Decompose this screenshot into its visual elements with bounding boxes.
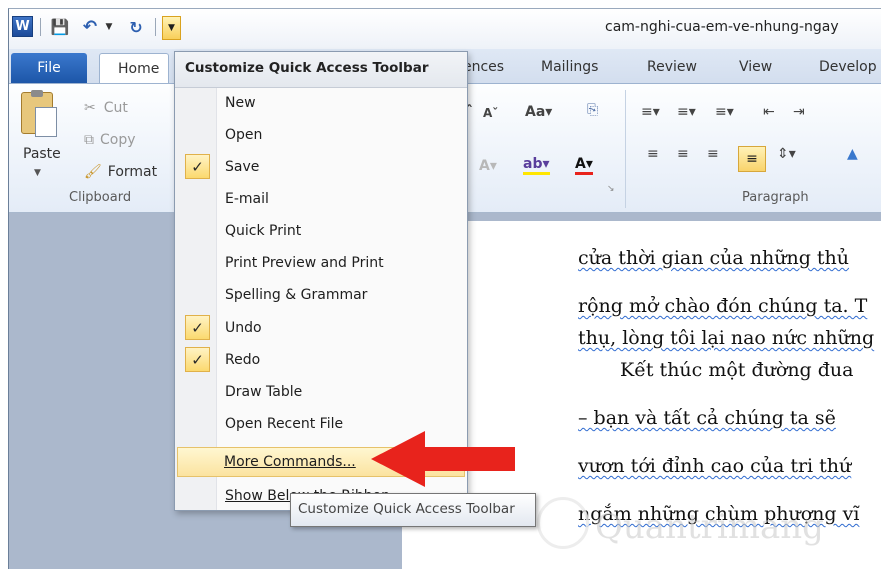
multilevel-list-icon[interactable]: ≡▾ bbox=[715, 104, 734, 120]
menu-item-label: Open Recent File bbox=[225, 416, 344, 432]
tab-view[interactable]: View bbox=[739, 59, 772, 75]
menu-item-label: Quick Print bbox=[225, 223, 302, 239]
clear-formatting-icon[interactable]: ⎘ bbox=[587, 102, 598, 118]
word-window: W 💾 ↶ ▼ ↻ ▼ cam-nghi-cua-em-ve-nhung-nga… bbox=[8, 8, 881, 569]
line-text: cửa thời gian của những thủ bbox=[578, 247, 850, 269]
menu-item-label: Open bbox=[225, 127, 263, 143]
paste-button[interactable]: Paste bbox=[23, 146, 61, 162]
menu-item-label: Spelling & Grammar bbox=[225, 287, 368, 303]
line-text: – bạn và tất cả chúng ta sẽ bbox=[578, 407, 836, 429]
clipboard-group-label: Clipboard bbox=[69, 190, 132, 205]
cut-button[interactable]: ✂ Cut bbox=[84, 100, 128, 116]
line-spacing-icon[interactable]: ⇕▾ bbox=[777, 146, 796, 162]
tab-mailings[interactable]: Mailings bbox=[541, 59, 598, 75]
line-text: vươn tới đỉnh cao của tri thứ bbox=[578, 455, 852, 477]
customize-qat-button[interactable]: ▼ bbox=[162, 16, 181, 40]
text-effects-icon[interactable]: A▾ bbox=[479, 158, 497, 174]
menu-item-new[interactable]: New bbox=[177, 88, 465, 118]
menu-item-undo[interactable]: ✓ Undo bbox=[177, 313, 465, 343]
tab-references[interactable]: ences bbox=[463, 59, 504, 75]
document-line: rộng mở chào đón chúng ta. T bbox=[578, 295, 867, 317]
menu-item-label: Print Preview and Print bbox=[225, 255, 384, 271]
align-right-icon[interactable]: ≡ bbox=[707, 146, 719, 162]
copy-icon: ⧉ bbox=[84, 132, 94, 148]
font-color-icon[interactable]: A▾ bbox=[575, 156, 593, 175]
increase-indent-icon[interactable]: ⇥ bbox=[793, 104, 805, 120]
document-line: thụ, lòng tôi lại nao nức những bbox=[578, 327, 874, 349]
tab-file[interactable]: File bbox=[11, 53, 87, 83]
bullets-icon[interactable]: ≡▾ bbox=[641, 104, 660, 120]
menu-item-open[interactable]: Open bbox=[177, 120, 465, 150]
line-text: thụ, lòng tôi lại nao nức những bbox=[578, 327, 875, 349]
menu-item-save[interactable]: ✓ Save bbox=[177, 152, 465, 182]
menu-item-draw-table[interactable]: Draw Table bbox=[177, 377, 465, 407]
watermark-text: Quantrimang bbox=[595, 507, 824, 547]
undo-icon[interactable]: ↶ bbox=[79, 16, 101, 38]
dialog-launcher-icon[interactable]: ↘ bbox=[607, 184, 615, 194]
menu-item-label: Redo bbox=[225, 352, 261, 368]
red-arrow-icon bbox=[371, 431, 515, 487]
toolbar-separator bbox=[40, 18, 41, 36]
menu-item-label: New bbox=[225, 95, 256, 111]
menu-item-redo[interactable]: ✓ Redo bbox=[177, 345, 465, 375]
line-text: rộng mở chào đón chúng ta. T bbox=[578, 295, 868, 317]
highlight-color-icon[interactable]: ab▾ bbox=[523, 156, 550, 175]
word-app-icon[interactable]: W bbox=[12, 16, 33, 37]
menu-item-print-preview[interactable]: Print Preview and Print bbox=[177, 248, 465, 278]
numbering-icon[interactable]: ≡▾ bbox=[677, 104, 696, 120]
document-line: – bạn và tất cả chúng ta sẽ bbox=[578, 407, 836, 429]
format-painter-button[interactable]: 🖌 Format bbox=[84, 164, 157, 180]
justify-icon[interactable]: ≡ bbox=[738, 146, 766, 172]
decrease-indent-icon[interactable]: ⇤ bbox=[763, 104, 775, 120]
toolbar-separator bbox=[155, 18, 156, 36]
checkmark-icon: ✓ bbox=[185, 315, 210, 340]
align-center-icon[interactable]: ≡ bbox=[677, 146, 689, 162]
document-line: vươn tới đỉnh cao của tri thứ bbox=[578, 455, 851, 477]
copy-label: Copy bbox=[100, 132, 136, 148]
change-case-icon[interactable]: Aa▾ bbox=[525, 104, 552, 120]
menu-item-spelling[interactable]: Spelling & Grammar bbox=[177, 280, 465, 310]
paste-icon[interactable] bbox=[21, 90, 57, 137]
shrink-font-icon[interactable]: Aˇ bbox=[483, 106, 498, 120]
redo-icon[interactable]: ↻ bbox=[125, 16, 147, 38]
cut-label: Cut bbox=[103, 100, 128, 116]
tab-developer[interactable]: Develop bbox=[819, 59, 877, 75]
copy-button[interactable]: ⧉ Copy bbox=[84, 132, 136, 148]
tooltip: Customize Quick Access Toolbar bbox=[290, 493, 536, 527]
tab-home[interactable]: Home bbox=[99, 53, 169, 84]
menu-header: Customize Quick Access Toolbar bbox=[175, 52, 467, 88]
menu-item-email[interactable]: E-mail bbox=[177, 184, 465, 214]
align-left-icon[interactable]: ≡ bbox=[647, 146, 659, 162]
menu-item-label: E-mail bbox=[225, 191, 269, 207]
chevron-down-icon[interactable]: ▼ bbox=[103, 16, 115, 38]
menu-item-label: Undo bbox=[225, 320, 262, 336]
menu-item-label: More Commands... bbox=[224, 454, 356, 470]
watermark-logo bbox=[537, 497, 589, 549]
menu-item-label: Draw Table bbox=[225, 384, 303, 400]
paintbrush-icon: 🖌 bbox=[84, 164, 102, 180]
chevron-down-icon[interactable]: ▼ bbox=[34, 168, 41, 178]
checkmark-icon: ✓ bbox=[185, 154, 210, 179]
group-separator bbox=[625, 90, 626, 208]
document-line: cửa thời gian của những thủ bbox=[578, 247, 849, 269]
document-line: Kết thúc một đường đua bbox=[620, 359, 853, 381]
scissors-icon: ✂ bbox=[84, 100, 96, 116]
shading-icon[interactable]: ▲ bbox=[847, 146, 858, 162]
line-text: Kết thúc một đường đua bbox=[620, 359, 854, 381]
document-title: cam-nghi-cua-em-ve-nhung-ngay bbox=[605, 19, 839, 35]
menu-item-label: Save bbox=[225, 159, 260, 175]
checkmark-icon: ✓ bbox=[185, 347, 210, 372]
menu-item-quick-print[interactable]: Quick Print bbox=[177, 216, 465, 246]
format-label: Format bbox=[107, 164, 158, 180]
save-icon[interactable]: 💾 bbox=[49, 16, 71, 38]
quick-access-toolbar: W 💾 ↶ ▼ ↻ ▼ cam-nghi-cua-em-ve-nhung-nga… bbox=[9, 9, 881, 49]
paragraph-group-label: Paragraph bbox=[742, 190, 809, 205]
tab-review[interactable]: Review bbox=[647, 59, 697, 75]
